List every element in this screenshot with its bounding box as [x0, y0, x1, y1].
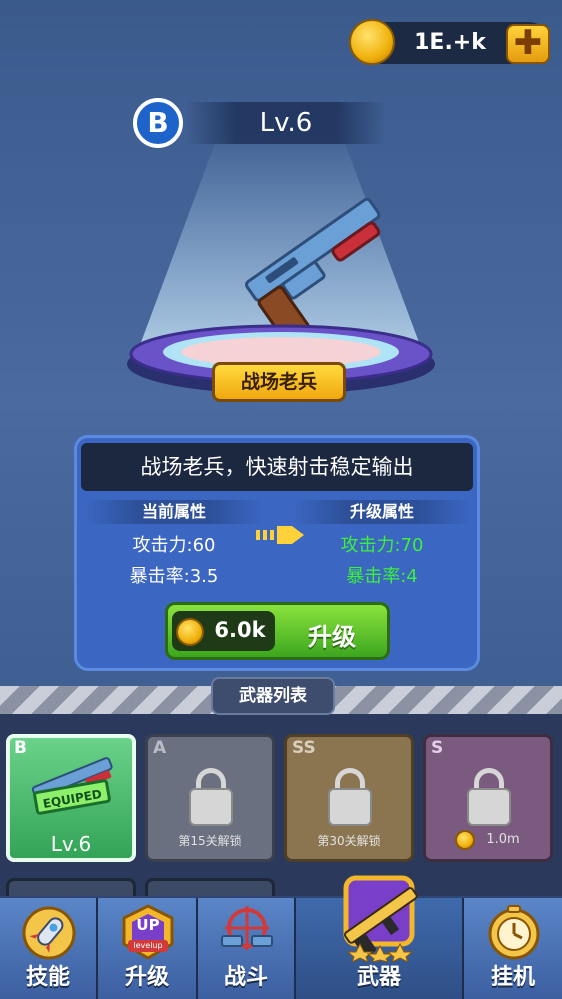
upgrade-crit-rate: 暴击率:4 [346, 566, 418, 587]
weapon-card-partial [6, 878, 136, 898]
nav-upgrade[interactable]: UP levelup 升级 [98, 898, 198, 999]
weapon-rifle-icon [343, 875, 418, 962]
lock-icon [467, 788, 511, 826]
coin-icon [176, 618, 204, 646]
weapon-name-tag: 战场老兵 [212, 362, 346, 402]
nav-label: 武器 [356, 965, 401, 990]
levelup-icon-sub: levelup [133, 941, 163, 950]
coin-icon [455, 830, 475, 850]
nav-battle[interactable]: 战斗 [198, 898, 296, 999]
upgrade-label: 升级 [308, 623, 356, 651]
rocket-icon [22, 906, 76, 960]
current-attack: 攻击力:60 [132, 535, 216, 556]
lock-icon [328, 788, 372, 826]
nav-weapons[interactable]: 武器 [296, 875, 464, 999]
clock-icon [488, 905, 540, 960]
upgrade-cost: 6.0k [214, 618, 266, 642]
nav-idle[interactable]: 挂机 [464, 898, 562, 999]
shotgun-icon [245, 197, 381, 338]
arrow-right-icon [256, 526, 304, 544]
card-grade: A [153, 738, 167, 758]
nav-label: 战斗 [223, 965, 268, 990]
nav-label: 挂机 [490, 965, 535, 990]
card-grade: B [14, 738, 27, 758]
add-currency-button[interactable]: ✚ [506, 24, 550, 64]
weapon-list-tab[interactable]: 武器列表 [211, 677, 335, 715]
nav-label: 升级 [124, 965, 169, 990]
upgrade-attack: 攻击力:70 [340, 535, 424, 556]
grade-badge: B [133, 98, 183, 148]
unlock-condition: 第15关解锁 [178, 834, 242, 848]
currency-amount: 1E.+k [414, 30, 486, 55]
nav-label: 技能 [25, 965, 70, 990]
current-crit-rate: 暴击率:3.5 [129, 566, 219, 587]
gold-coin-icon [349, 19, 395, 65]
weapon-description: 战场老兵，快速射击稳定输出 [81, 443, 473, 491]
current-attributes-header: 当前属性 [86, 500, 262, 524]
card-grade: SS [292, 738, 316, 758]
unlock-condition: 第30关解锁 [317, 834, 381, 848]
weapon-card-partial [145, 878, 275, 898]
unlock-cost: 1.0m [486, 832, 520, 847]
card-level: Lv.6 [50, 832, 92, 856]
card-grade: S [431, 738, 444, 758]
levelup-icon-text: UP [136, 916, 160, 934]
crosshair-guns-icon [221, 906, 273, 950]
weapon-level: Lv.6 [259, 108, 313, 138]
upgrade-attributes-header: 升级属性 [294, 500, 470, 524]
lock-icon [189, 788, 233, 826]
nav-skills[interactable]: 技能 [0, 898, 98, 999]
